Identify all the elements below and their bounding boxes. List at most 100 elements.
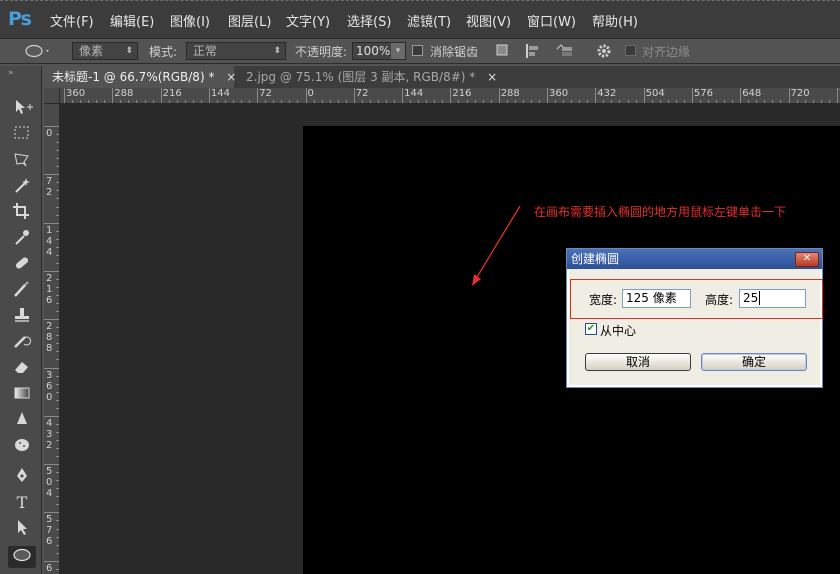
ruler-origin[interactable] [44, 88, 60, 104]
ruler-minor-tick [56, 488, 59, 490]
antialias-checkbox[interactable] [412, 45, 423, 56]
ruler-minor-tick [361, 100, 363, 103]
menu-window[interactable]: 窗口(W) [527, 11, 576, 30]
ruler-tick-label: 0 [46, 128, 53, 139]
ruler-minor-tick [56, 158, 59, 160]
ruler-major-tick [44, 319, 59, 321]
close-icon[interactable]: × [487, 70, 497, 84]
eraser-tool-icon[interactable] [8, 358, 36, 380]
ruler-major-tick [595, 88, 597, 103]
ruler-minor-tick [72, 100, 74, 103]
chevron-down-icon[interactable]: ▾ [391, 43, 405, 59]
close-icon[interactable]: × [226, 70, 236, 84]
blend-mode-value: 正常 [193, 44, 218, 58]
ruler-minor-tick [56, 295, 59, 297]
shape-mode-select[interactable]: 像素 ⬍ [72, 42, 138, 60]
ruler-minor-tick [56, 472, 59, 474]
photoshop-logo: Ps [8, 8, 32, 30]
ruler-major-tick [160, 88, 162, 103]
ruler-minor-tick [482, 100, 484, 103]
ruler-minor-tick [56, 182, 59, 184]
ruler-minor-tick [104, 100, 106, 103]
dialog-title-bar[interactable]: 创建椭圆 [567, 249, 822, 269]
menu-view[interactable]: 视图(V) [466, 11, 511, 30]
align-edges-checkbox[interactable] [625, 45, 636, 56]
ruler-minor-tick [490, 100, 492, 103]
cancel-button[interactable]: 取消 [585, 353, 691, 371]
eyedropper-tool-icon[interactable] [8, 228, 36, 250]
tab-untitled-1[interactable]: 未标题-1 @ 66.7%(RGB/8) * × [44, 66, 236, 88]
annotation-arrow [472, 205, 521, 286]
ruler-major-tick [44, 222, 59, 224]
opacity-label: 不透明度: [295, 45, 348, 59]
ok-button[interactable]: 确定 [701, 353, 807, 371]
dialog-close-button[interactable]: ✕ [795, 252, 819, 267]
magic-wand-tool-icon[interactable] [8, 176, 36, 198]
tab-2-jpg[interactable]: 2.jpg @ 75.1% (图层 3 副本, RGB/8#) * × [238, 66, 498, 88]
ruler-minor-tick [321, 100, 323, 103]
ruler-major-tick [691, 88, 693, 103]
path-arrangement-icon[interactable] [554, 42, 574, 64]
lasso-tool-icon[interactable] [8, 150, 36, 172]
ruler-tick-label: 5 0 4 [46, 466, 53, 500]
from-center-label: 从中心 [600, 324, 637, 338]
gear-icon[interactable] [596, 42, 614, 64]
brush-tool-icon[interactable] [8, 280, 36, 302]
ruler-minor-tick [96, 100, 98, 103]
ruler-minor-tick [184, 100, 186, 103]
ruler-major-tick [547, 88, 548, 103]
menu-bar: Ps 文件(F) 编辑(E) 图像(I) 图层(L) 文字(Y) 选择(S) 滤… [0, 0, 840, 38]
menu-image[interactable]: 图像(I) [170, 11, 210, 30]
type-tool-icon[interactable]: T [8, 492, 36, 514]
opacity-input[interactable]: 100% ▾ [352, 42, 406, 60]
path-alignment-icon[interactable] [524, 43, 540, 63]
gradient-tool-icon[interactable] [8, 384, 36, 406]
ruler-minor-tick [724, 100, 726, 103]
height-field[interactable]: 25 [739, 289, 806, 308]
menu-edit[interactable]: 编辑(E) [110, 11, 154, 30]
sponge-tool-icon[interactable] [8, 436, 36, 458]
menu-layer[interactable]: 图层(L) [228, 11, 271, 30]
healing-brush-tool-icon[interactable] [8, 254, 36, 276]
opacity-value: 100% [356, 44, 391, 58]
ruler-major-tick [44, 512, 59, 514]
ruler-minor-tick [249, 100, 251, 103]
menu-help[interactable]: 帮助(H) [592, 11, 638, 30]
menu-filter[interactable]: 滤镜(T) [407, 11, 451, 30]
menu-select[interactable]: 选择(S) [347, 11, 391, 30]
ruler-tick-label: 7 2 [46, 176, 53, 199]
ruler-minor-tick [804, 100, 806, 103]
ruler-minor-tick [56, 311, 59, 313]
ruler-minor-tick [233, 100, 235, 103]
ellipse-tool-preset-icon[interactable] [24, 43, 52, 63]
ruler-minor-tick [56, 399, 59, 401]
path-selection-tool-icon[interactable] [8, 518, 36, 540]
ruler-minor-tick [369, 100, 371, 103]
history-brush-tool-icon[interactable] [8, 332, 36, 354]
path-operations-icon[interactable] [496, 43, 508, 61]
crop-tool-icon[interactable] [8, 202, 36, 224]
ruler-minor-tick [386, 100, 387, 103]
from-center-checkbox[interactable]: ✔ [585, 323, 597, 335]
menu-type[interactable]: 文字(Y) [286, 11, 330, 30]
menu-file[interactable]: 文件(F) [50, 11, 94, 30]
ruler-minor-tick [281, 100, 283, 103]
ruler-minor-tick [345, 100, 347, 103]
move-tool-icon[interactable] [8, 98, 36, 120]
pen-tool-icon[interactable] [8, 466, 36, 488]
blend-mode-select[interactable]: 正常 ⬍ [186, 42, 286, 60]
ruler-tick-label: 2 1 6 [46, 272, 53, 306]
ellipse-tool-icon[interactable] [8, 546, 36, 568]
ruler-tick-label: 144 [210, 88, 230, 99]
height-value: 25 [743, 291, 759, 305]
ruler-minor-tick [56, 504, 59, 506]
marquee-tool-icon[interactable] [8, 124, 36, 146]
ruler-minor-tick [410, 100, 412, 103]
ruler-major-tick [44, 126, 59, 127]
toolbox: » T [0, 66, 42, 574]
toolbox-collapse-icon[interactable]: » [8, 68, 15, 78]
ruler-minor-tick [56, 230, 59, 232]
width-field[interactable]: 125 像素 [622, 289, 691, 308]
clone-stamp-tool-icon[interactable] [8, 306, 36, 328]
blur-tool-icon[interactable] [8, 410, 36, 432]
